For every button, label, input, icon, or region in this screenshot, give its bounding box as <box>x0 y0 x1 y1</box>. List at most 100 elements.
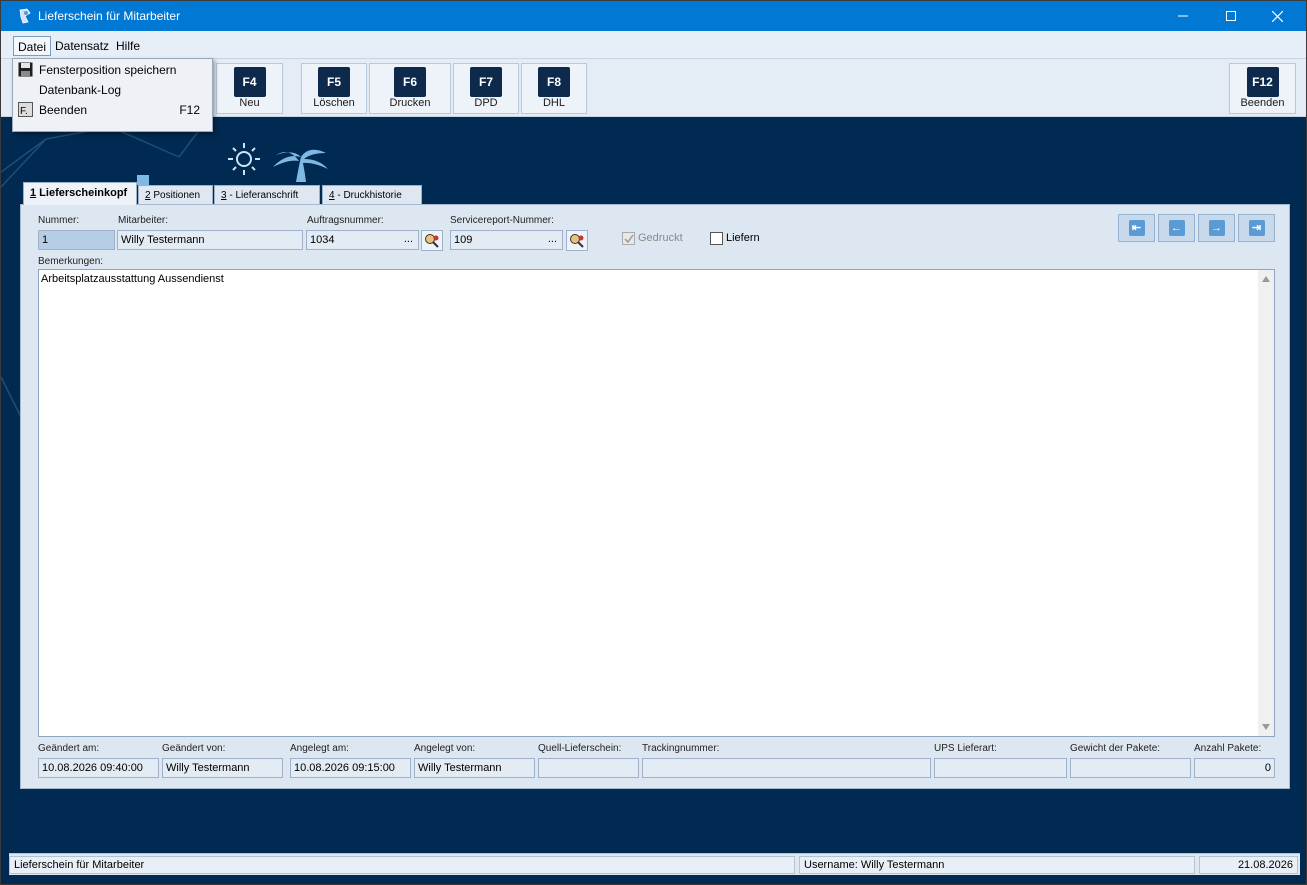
field-value: 1034 <box>310 234 335 246</box>
ups-lieferart-field[interactable] <box>934 758 1067 778</box>
save-icon <box>18 62 33 77</box>
menu-item-save-position[interactable]: Fensterposition speichern <box>13 60 212 80</box>
geaendert-am-label: Geändert am: <box>38 743 100 754</box>
liefern-checkbox[interactable] <box>710 232 723 245</box>
checkmark-icon <box>624 234 634 244</box>
delete-button[interactable]: F5 Löschen <box>301 63 367 114</box>
window-title: Lieferschein für Mitarbeiter <box>38 9 181 23</box>
menu-hilfe[interactable]: Hilfe <box>112 36 144 56</box>
menu-item-beenden[interactable]: F. Beenden F12 <box>13 100 212 120</box>
palm-icon <box>273 149 328 182</box>
print-button[interactable]: F6 Drucken <box>369 63 451 114</box>
exit-icon: F. <box>18 102 33 117</box>
button-label: Drucken <box>389 97 431 109</box>
nummer-label: Nummer: <box>38 215 80 226</box>
status-text: Lieferschein für Mitarbeiter <box>9 856 795 874</box>
key-badge: F5 <box>318 67 350 97</box>
tab-druckhistorie[interactable]: 4 - Druckhistorie <box>322 185 422 205</box>
status-date: 21.08.2026 <box>1199 856 1298 874</box>
quell-lieferschein-field[interactable] <box>538 758 639 778</box>
nummer-field[interactable]: 1 <box>38 230 115 250</box>
first-record-icon: ⇤ <box>1128 220 1145 236</box>
anzahl-pakete-field[interactable]: 0 <box>1194 758 1275 778</box>
servicereport-lookup-button[interactable] <box>566 230 588 251</box>
file-menu-dropdown: Fensterposition speichern Datenbank-Log … <box>12 58 213 132</box>
ups-lieferart-label: UPS Lieferart: <box>934 743 997 754</box>
mitarbeiter-field[interactable]: Willy Testermann <box>117 230 303 250</box>
servicereport-label: Servicereport-Nummer: <box>450 215 554 226</box>
quell-lieferschein-label: Quell-Lieferschein: <box>538 743 622 754</box>
gedruckt-label: Gedruckt <box>638 232 683 244</box>
next-record-button[interactable]: → <box>1198 214 1235 242</box>
status-bar: Lieferschein für Mitarbeiter Username: W… <box>9 853 1300 875</box>
tab-label: Positionen <box>150 190 201 201</box>
field-value: 10.08.2026 09:15:00 <box>294 762 395 774</box>
angelegt-am-label: Angelegt am: <box>290 743 349 754</box>
ellipsis-button[interactable]: ... <box>548 233 557 245</box>
menu-datei[interactable]: Datei <box>13 36 52 56</box>
scroll-down-icon[interactable] <box>1262 724 1270 730</box>
menu-item-shortcut: F12 <box>179 103 200 117</box>
close-button[interactable] <box>1254 1 1300 31</box>
search-person-icon <box>425 233 439 248</box>
last-record-button[interactable]: ⇥ <box>1238 214 1275 242</box>
last-record-icon: ⇥ <box>1248 220 1265 236</box>
title-bar: Lieferschein für Mitarbeiter <box>1 1 1306 31</box>
auftragsnummer-field[interactable]: 1034 ... <box>306 230 419 250</box>
trackingnummer-label: Trackingnummer: <box>642 743 720 754</box>
sun-icon <box>228 143 260 175</box>
previous-record-icon: ← <box>1168 220 1185 236</box>
field-value: 1 <box>42 234 49 246</box>
angelegt-von-field[interactable]: Willy Testermann <box>414 758 535 778</box>
scroll-up-icon[interactable] <box>1262 276 1270 282</box>
servicereport-field[interactable]: 109 ... <box>450 230 563 250</box>
first-record-button[interactable]: ⇤ <box>1118 214 1155 242</box>
tab-label: Lieferscheinkopf <box>36 187 128 199</box>
auftragsnummer-label: Auftragsnummer: <box>307 215 384 226</box>
mitarbeiter-label: Mitarbeiter: <box>118 215 169 226</box>
tab-lieferscheinkopf[interactable]: 1 Lieferscheinkopf <box>23 182 137 205</box>
auftrag-lookup-button[interactable] <box>421 230 443 251</box>
liefern-label: Liefern <box>726 232 760 244</box>
vertical-scrollbar[interactable] <box>1258 270 1274 736</box>
menu-item-label: Beenden <box>39 103 88 117</box>
bemerkungen-textarea[interactable]: Arbeitsplatzausstattung Aussendienst <box>38 269 1275 737</box>
key-badge: F4 <box>233 67 266 97</box>
geaendert-am-field[interactable]: 10.08.2026 09:40:00 <box>38 758 159 778</box>
tab-lieferanschrift[interactable]: 3 - Lieferanschrift <box>214 185 320 205</box>
tab-label: - Druckhistorie <box>334 190 402 201</box>
anzahl-pakete-label: Anzahl Pakete: <box>1194 743 1262 754</box>
button-label: Neu <box>239 97 260 109</box>
ellipsis-button[interactable]: ... <box>404 233 413 245</box>
menu-item-label: Fensterposition speichern <box>39 63 177 77</box>
previous-record-button[interactable]: ← <box>1158 214 1195 242</box>
gedruckt-checkbox[interactable] <box>622 232 635 245</box>
button-label: DPD <box>474 97 498 109</box>
tab-positionen[interactable]: 2 Positionen <box>138 185 213 205</box>
maximize-button[interactable] <box>1208 1 1254 31</box>
geaendert-von-label: Geändert von: <box>162 743 226 754</box>
field-value: Willy Testermann <box>418 762 502 774</box>
status-username: Username: Willy Testermann <box>799 856 1195 874</box>
dhl-button[interactable]: F8 DHL <box>521 63 587 114</box>
button-label: Löschen <box>313 97 355 109</box>
quit-button[interactable]: F12 Beenden <box>1229 63 1296 114</box>
minimize-button[interactable] <box>1160 1 1206 31</box>
close-icon <box>1271 10 1283 22</box>
geaendert-von-field[interactable]: Willy Testermann <box>162 758 283 778</box>
angelegt-am-field[interactable]: 10.08.2026 09:15:00 <box>290 758 411 778</box>
menu-item-label: Datenbank-Log <box>39 83 122 97</box>
application-window: Lieferschein für Mitarbeiter Datei Daten… <box>0 0 1307 885</box>
menu-item-datenbank-log[interactable]: Datenbank-Log <box>13 80 212 100</box>
field-value: 10.08.2026 09:40:00 <box>42 762 143 774</box>
trackingnummer-field[interactable] <box>642 758 931 778</box>
dpd-button[interactable]: F7 DPD <box>453 63 519 114</box>
tab-label: - Lieferanschrift <box>226 190 299 201</box>
new-button[interactable]: F4 Neu <box>216 63 283 114</box>
field-value: Willy Testermann <box>121 234 205 246</box>
gewicht-field[interactable] <box>1070 758 1191 778</box>
menu-datensatz[interactable]: Datensatz <box>51 36 113 56</box>
menu-bar: Datei Datensatz Hilfe <box>1 31 1306 59</box>
button-label: Beenden <box>1240 97 1285 109</box>
key-badge: F6 <box>394 67 426 97</box>
